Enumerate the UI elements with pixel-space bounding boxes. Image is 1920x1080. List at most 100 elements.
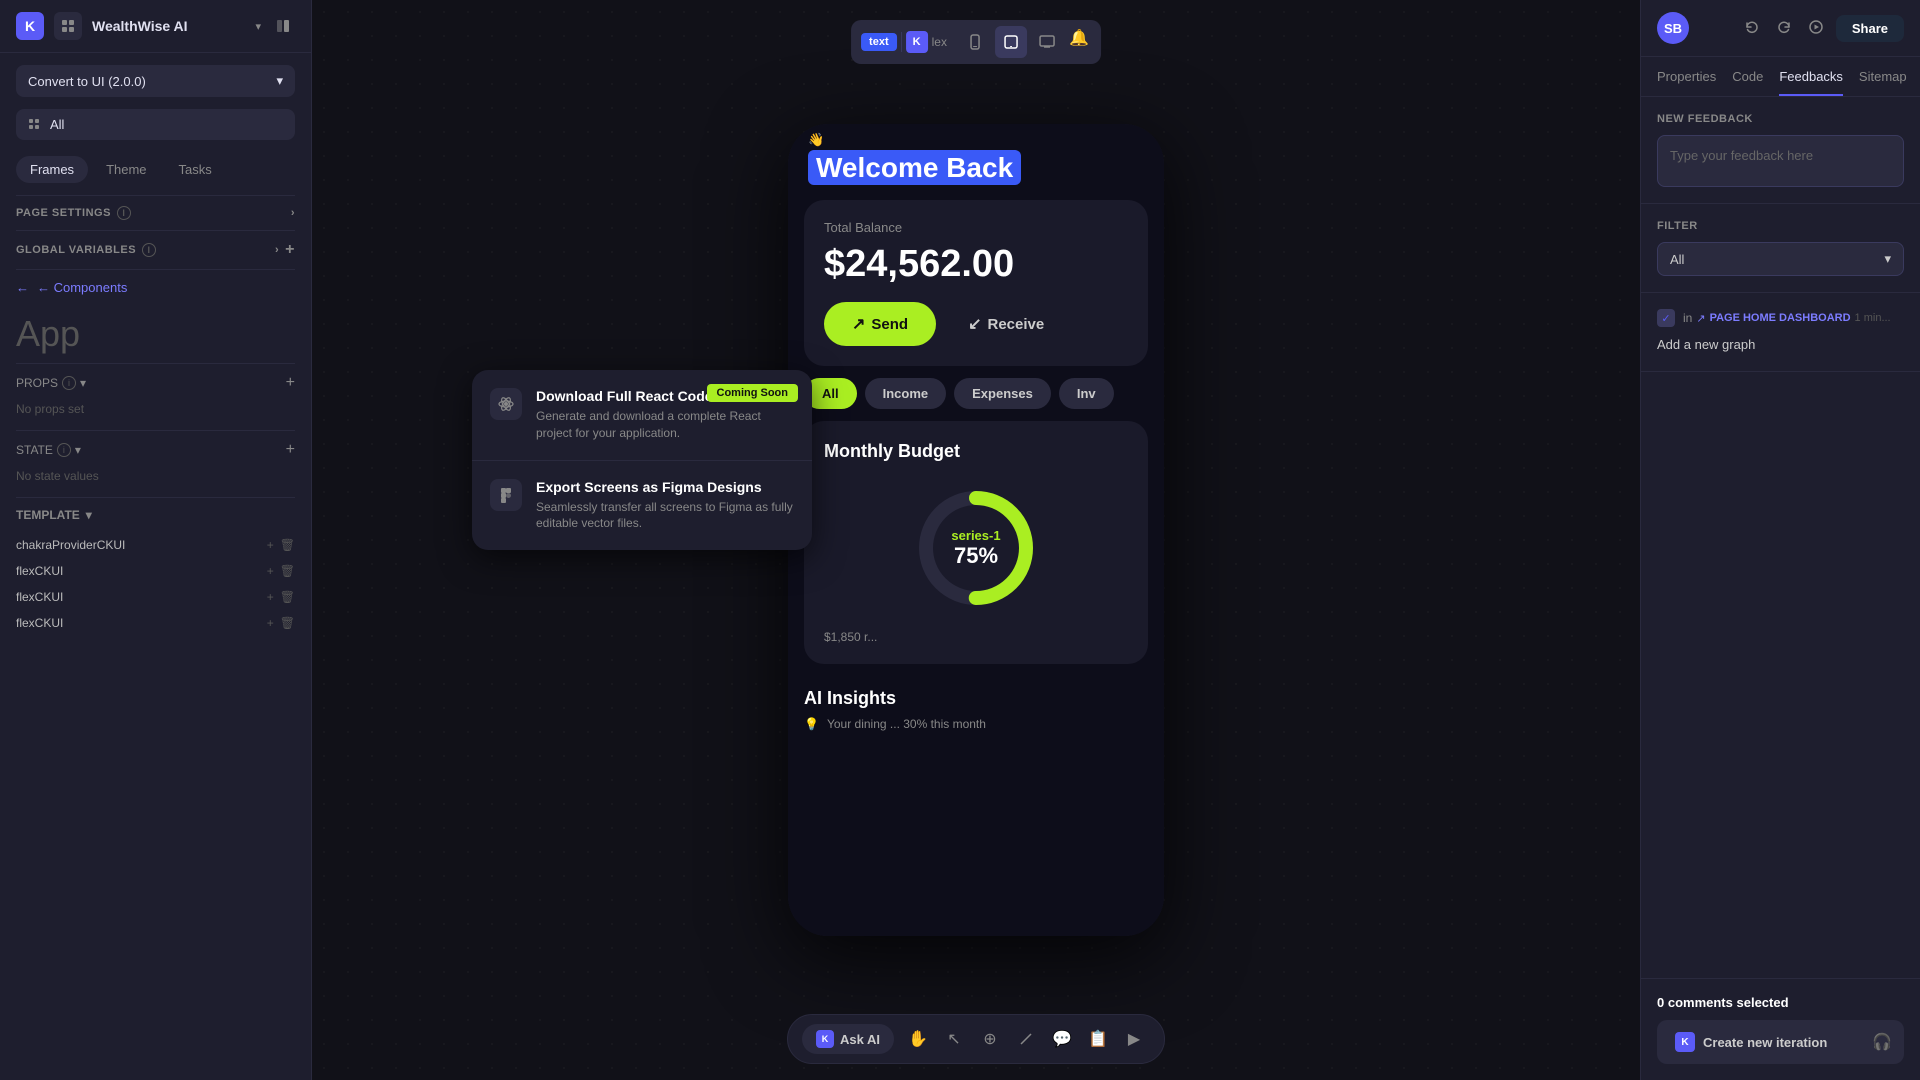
balance-card: Total Balance $24,562.00 ↗ Send ↙ Receiv… xyxy=(804,200,1148,366)
app-icon xyxy=(54,12,82,40)
tab-sitemap[interactable]: Sitemap xyxy=(1859,69,1907,96)
global-variables-info-icon: i xyxy=(142,243,156,257)
redo-button[interactable] xyxy=(1772,15,1796,39)
frames-tabs: Frames Theme Tasks xyxy=(0,156,311,183)
pen-tool-button[interactable] xyxy=(1010,1023,1042,1055)
ask-ai-button[interactable]: K Ask AI xyxy=(802,1024,894,1054)
new-feedback-section: NEW FEEDBACK Type your feedback here xyxy=(1641,97,1920,204)
figma-item-desc: Seamlessly transfer all screens to Figma… xyxy=(536,499,794,533)
page-settings-section[interactable]: PAGE SETTINGS i › xyxy=(0,196,311,230)
cursor-tool-button[interactable]: ↖ xyxy=(938,1023,970,1055)
no-props-label: No props set xyxy=(16,398,295,420)
app-title: WealthWise AI xyxy=(92,18,245,34)
template-label: TEMPLATE xyxy=(16,508,80,522)
send-button[interactable]: ↗ Send xyxy=(824,302,936,346)
play-button[interactable] xyxy=(1804,15,1828,39)
balance-actions: ↗ Send ↙ Receive xyxy=(824,302,1128,346)
canvas-toolbar: text K lex 🔔 xyxy=(851,20,1101,64)
ai-insights-title: AI Insights xyxy=(804,688,1148,709)
ai-insights-section: AI Insights 💡 Your dining ... 30% this m… xyxy=(788,672,1164,747)
phone-content: 👋 Welcome Back Total Balance $24,562.00 … xyxy=(788,124,1164,936)
play-tool-button[interactable]: ▶ xyxy=(1118,1023,1150,1055)
template-delete-icon[interactable]: 🗑 xyxy=(280,616,295,630)
text-badge: text xyxy=(861,33,897,51)
comment-tool-button[interactable]: 💬 xyxy=(1046,1023,1078,1055)
feedback-input[interactable]: Type your feedback here xyxy=(1657,135,1904,187)
undo-button[interactable] xyxy=(1740,15,1764,39)
bell-icon[interactable]: 🔔 xyxy=(1067,26,1091,50)
template-arrow-icon[interactable]: ▾ xyxy=(86,508,92,522)
mobile-view-button[interactable] xyxy=(959,26,991,58)
props-arrow-icon[interactable]: ▾ xyxy=(80,376,86,390)
grid-icon xyxy=(28,118,42,132)
state-arrow-icon[interactable]: ▾ xyxy=(75,443,81,457)
headset-icon[interactable]: 🎧 xyxy=(1864,1024,1900,1060)
tablet-view-button[interactable] xyxy=(995,26,1027,58)
comments-count: 0 comments selected xyxy=(1657,995,1789,1010)
title-dropdown-arrow[interactable]: ▾ xyxy=(255,20,261,33)
budget-card: Monthly Budget series-1 75% $1,850 r... xyxy=(804,421,1148,664)
location-link[interactable]: PAGE HOME DASHBOARD xyxy=(1710,312,1851,324)
donut-label: series-1 75% xyxy=(951,528,1000,569)
tab-frames[interactable]: Frames xyxy=(16,156,88,183)
version-selector[interactable]: Convert to UI (2.0.0) ▾ xyxy=(16,65,295,97)
budget-footer: $1,850 r... xyxy=(824,630,1128,644)
filter-inv-tab[interactable]: Inv xyxy=(1059,378,1114,409)
page-settings-info-icon: i xyxy=(117,206,131,220)
tab-tasks[interactable]: Tasks xyxy=(165,156,226,183)
filter-dropdown-arrow-icon: ▾ xyxy=(1884,251,1891,267)
global-variables-section[interactable]: GLOBAL VARIABLES i › + xyxy=(0,231,311,269)
global-variables-add-icon[interactable]: + xyxy=(285,241,295,259)
all-selector[interactable]: All xyxy=(16,109,295,140)
popup-overlay: Coming Soon Download Full React Codebase… xyxy=(472,370,812,550)
app-component-label: App xyxy=(0,305,311,363)
add-tool-button[interactable]: ⊕ xyxy=(974,1023,1006,1055)
sticky-tool-button[interactable]: 📋 xyxy=(1082,1023,1114,1055)
comments-info: 0 comments selected xyxy=(1657,995,1904,1010)
filter-dropdown[interactable]: All ▾ xyxy=(1657,242,1904,276)
tab-properties[interactable]: Properties xyxy=(1657,69,1716,96)
right-tabs: Properties Code Feedbacks Sitemap xyxy=(1641,57,1920,97)
popup-item-figma[interactable]: Export Screens as Figma Designs Seamless… xyxy=(472,461,812,551)
canvas: text K lex 🔔 xyxy=(312,0,1640,1080)
components-label: ← Components xyxy=(37,280,127,295)
lex-text: lex xyxy=(932,35,947,49)
list-item: flexCKUI + 🗑 xyxy=(16,610,295,636)
state-section: STATE i ▾ + No state values xyxy=(0,431,311,497)
desktop-view-button[interactable] xyxy=(1031,26,1063,58)
template-add-icon[interactable]: + xyxy=(267,564,274,578)
template-add-icon[interactable]: + xyxy=(267,616,274,630)
share-button[interactable]: Share xyxy=(1836,15,1904,42)
template-delete-icon[interactable]: 🗑 xyxy=(280,538,295,552)
tab-theme[interactable]: Theme xyxy=(92,156,160,183)
figma-icon xyxy=(490,479,522,511)
bottom-toolbar: K Ask AI ✋ ↖ ⊕ 💬 📋 ▶ xyxy=(787,1014,1165,1064)
panel-toggle-button[interactable] xyxy=(271,14,295,38)
list-item: flexCKUI + 🗑 xyxy=(16,558,295,584)
check-icon[interactable]: ✓ xyxy=(1657,309,1675,327)
hand-tool-button[interactable]: ✋ xyxy=(902,1023,934,1055)
tab-feedbacks[interactable]: Feedbacks xyxy=(1779,69,1843,96)
receive-button[interactable]: ↙ Receive xyxy=(948,302,1064,346)
filter-expenses-tab[interactable]: Expenses xyxy=(954,378,1051,409)
props-section: PROPS i ▾ + No props set xyxy=(0,364,311,430)
filter-label: FILTER xyxy=(1657,220,1904,232)
components-link[interactable]: ← ← Components xyxy=(0,270,311,305)
page-settings-arrow-icon: › xyxy=(291,207,295,219)
tab-code[interactable]: Code xyxy=(1732,69,1763,96)
new-feedback-label: NEW FEEDBACK xyxy=(1657,113,1904,125)
template-delete-icon[interactable]: 🗑 xyxy=(280,564,295,578)
external-link-icon: ↗ xyxy=(1696,312,1705,325)
props-add-icon[interactable]: + xyxy=(286,374,295,392)
budget-title: Monthly Budget xyxy=(824,441,1128,462)
template-add-icon[interactable]: + xyxy=(267,590,274,604)
welcome-title: Welcome Back xyxy=(808,152,1144,184)
template-delete-icon[interactable]: 🗑 xyxy=(280,590,295,604)
props-label: PROPS xyxy=(16,376,58,390)
feedback-location: in ↗ PAGE HOME DASHBOARD 1 min... xyxy=(1683,311,1891,325)
filter-income-tab[interactable]: Income xyxy=(865,378,947,409)
figma-item-title: Export Screens as Figma Designs xyxy=(536,479,794,495)
phone-frame: 👋 Welcome Back Total Balance $24,562.00 … xyxy=(788,124,1164,936)
state-add-icon[interactable]: + xyxy=(286,441,295,459)
template-add-icon[interactable]: + xyxy=(267,538,274,552)
